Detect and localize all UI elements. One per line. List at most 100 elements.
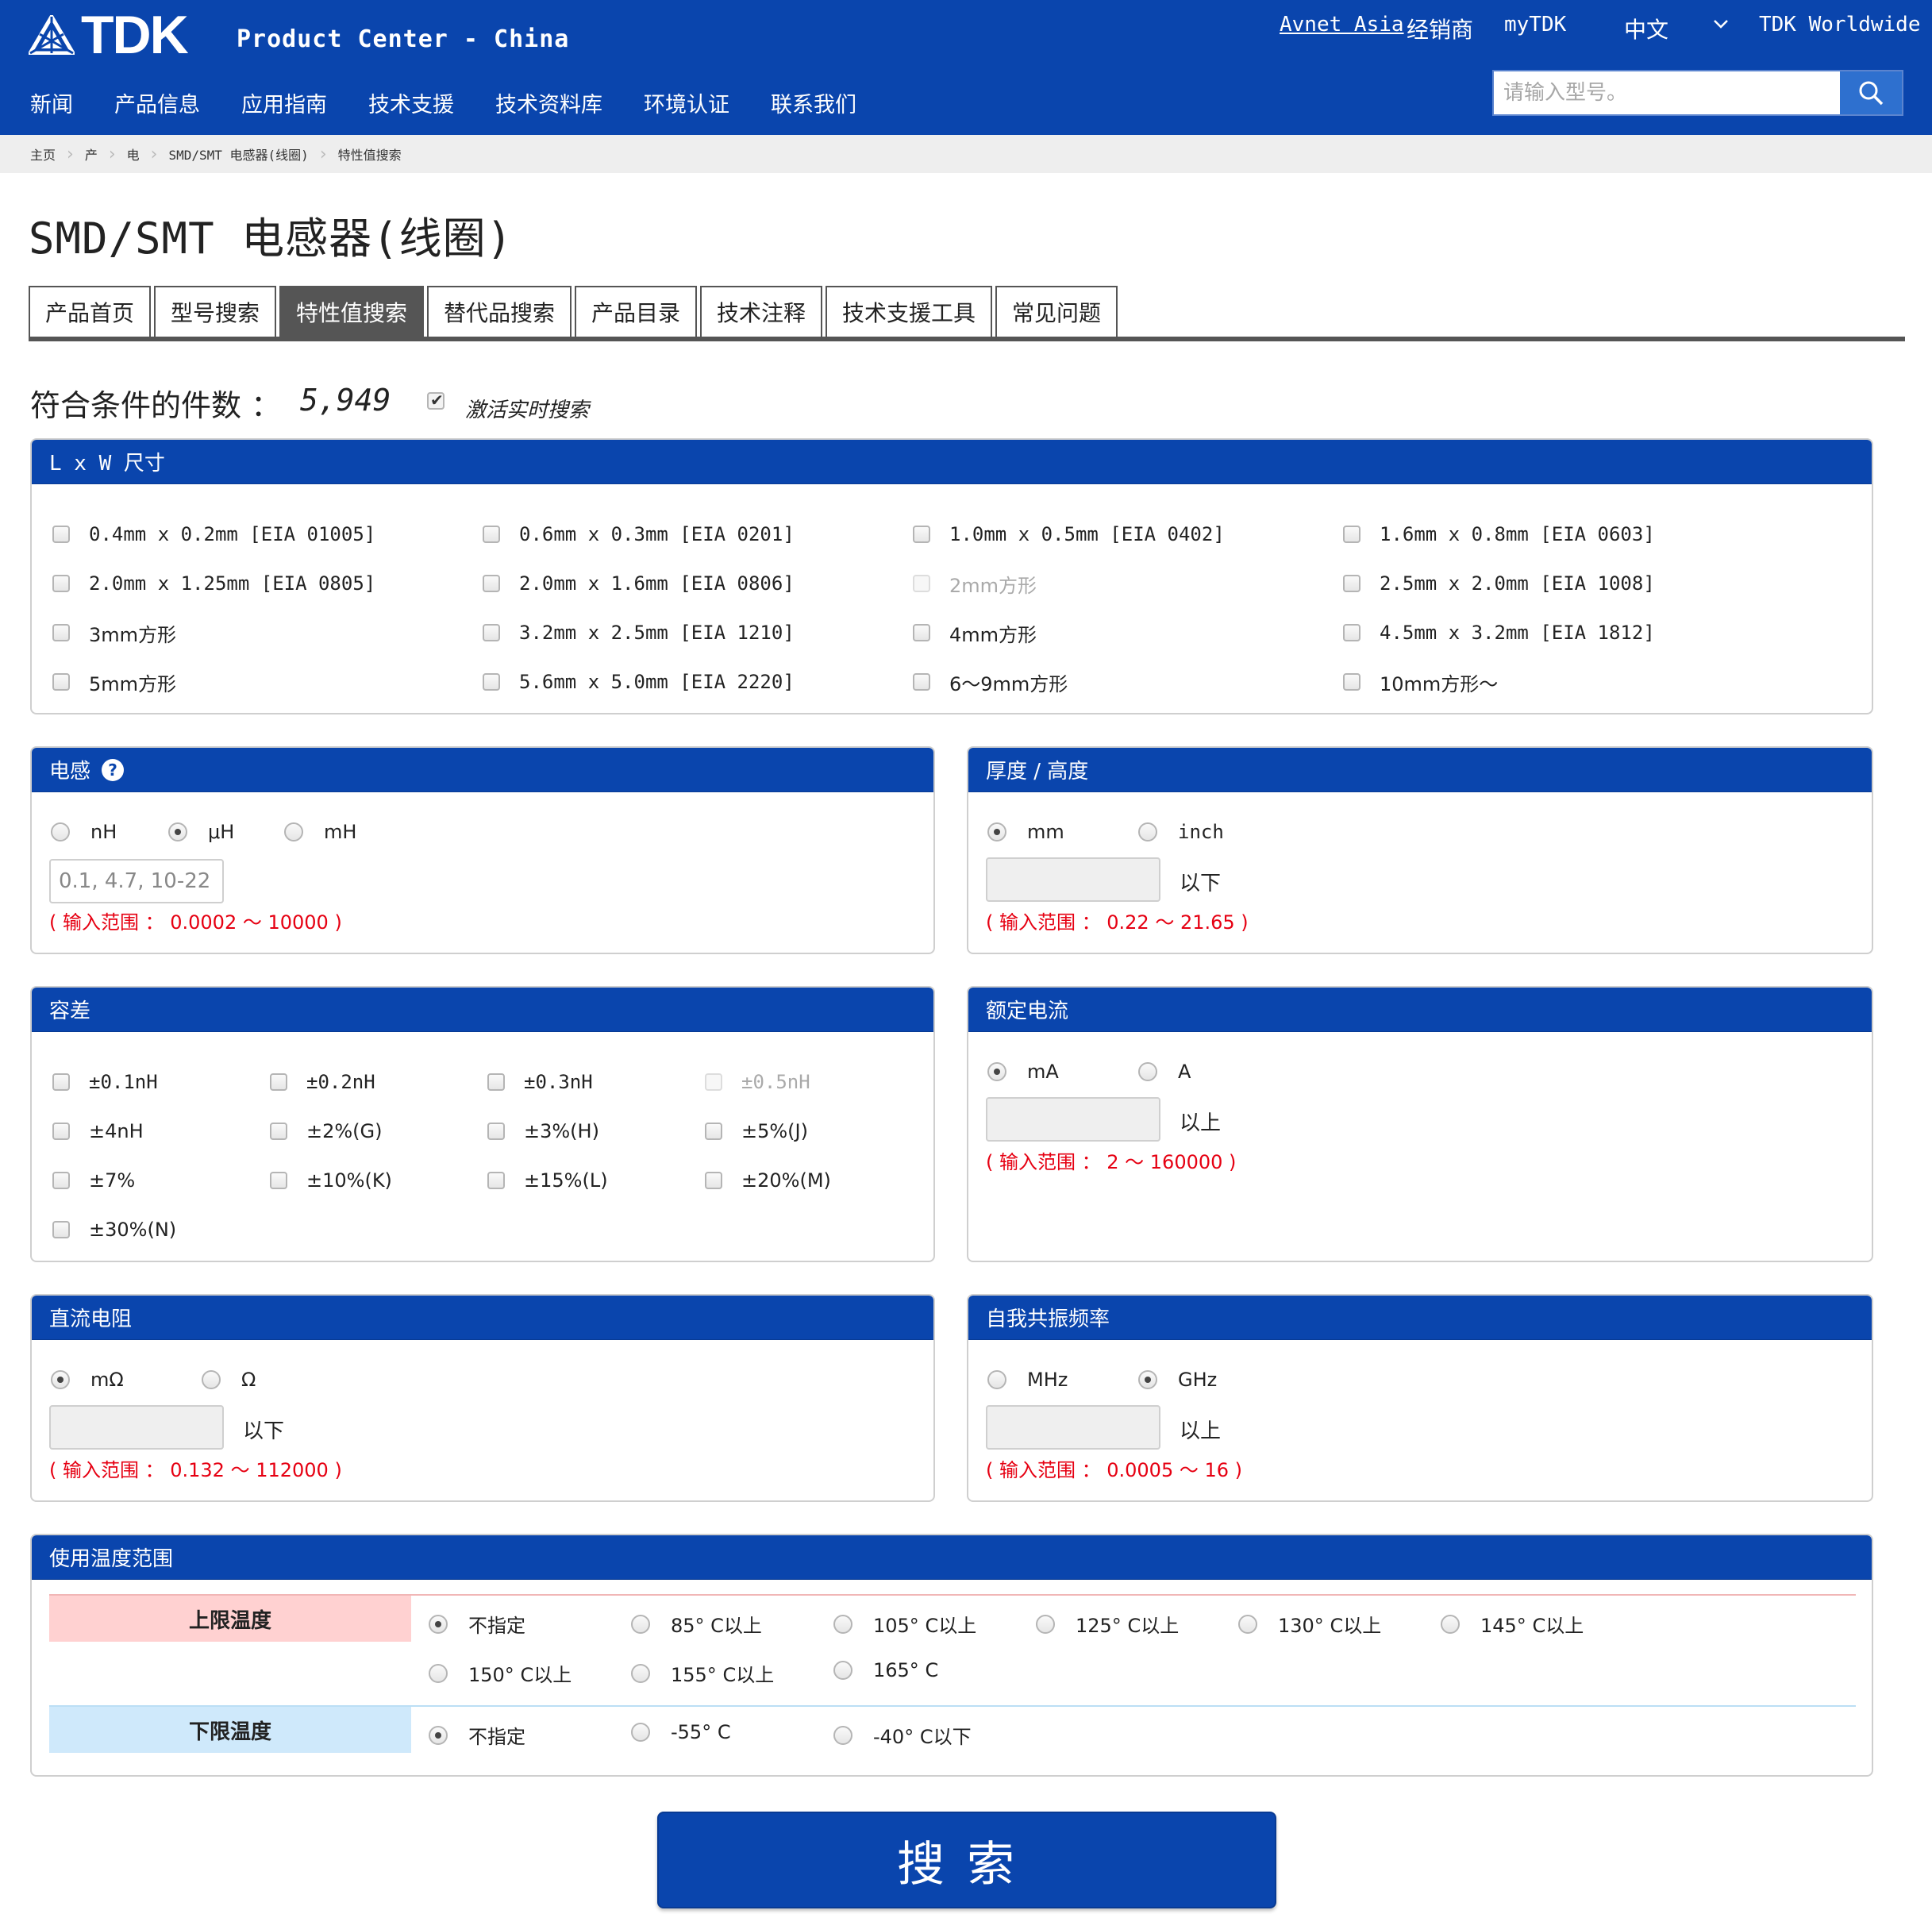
radio[interactable] — [1441, 1614, 1460, 1634]
checkbox[interactable] — [483, 673, 500, 691]
breadcrumb-products[interactable]: 产 — [85, 144, 98, 164]
upper-temp-option[interactable]: 85° C以上 — [631, 1610, 762, 1638]
unit-radio-inch[interactable]: inch — [1138, 821, 1224, 843]
nav-item-products[interactable]: 产品信息 — [114, 87, 200, 118]
tolerance-option[interactable]: ±2%(G) — [270, 1107, 487, 1156]
checkbox[interactable] — [1343, 624, 1360, 641]
radio[interactable] — [631, 1614, 650, 1634]
size-option[interactable]: 10mm方形～ — [1343, 657, 1773, 707]
tab-product-home[interactable]: 产品首页 — [29, 286, 151, 337]
radio[interactable] — [833, 1614, 852, 1634]
tolerance-option[interactable]: ±0.3nH — [487, 1057, 705, 1107]
rated-current-input[interactable] — [986, 1097, 1160, 1142]
unit-radio-nh[interactable]: nH — [51, 821, 117, 843]
unit-radio-mhz[interactable]: MHz — [987, 1369, 1068, 1391]
realtime-search-checkbox[interactable] — [427, 391, 445, 410]
realtime-search-label[interactable]: 激活实时搜索 — [465, 394, 589, 423]
nav-item-applications[interactable]: 应用指南 — [241, 87, 327, 118]
unit-radio-ghz[interactable]: GHz — [1138, 1369, 1217, 1391]
tdk-logo[interactable]: TDK — [29, 8, 189, 62]
tab-part-search[interactable]: 型号搜索 — [154, 286, 276, 337]
lower-temp-option[interactable]: 不指定 — [429, 1721, 525, 1749]
tolerance-option[interactable]: ±0.1nH — [52, 1057, 270, 1107]
checkbox[interactable] — [52, 575, 70, 592]
upper-temp-option[interactable]: 不指定 — [429, 1610, 525, 1638]
radio[interactable] — [202, 1370, 221, 1389]
radio[interactable] — [429, 1614, 448, 1634]
tab-parametric-search[interactable]: 特性值搜索 — [279, 286, 424, 337]
checkbox[interactable] — [270, 1172, 287, 1189]
lower-temp-option[interactable]: -55° C — [631, 1721, 731, 1743]
radio[interactable] — [1238, 1614, 1257, 1634]
checkbox[interactable] — [1343, 575, 1360, 592]
checkbox[interactable] — [52, 526, 70, 543]
radio[interactable] — [51, 822, 70, 841]
checkbox[interactable] — [52, 1221, 70, 1238]
tolerance-option[interactable]: ±0.2nH — [270, 1057, 487, 1107]
upper-temp-option[interactable]: 165° C — [833, 1659, 938, 1681]
inductance-input[interactable]: 0.1, 4.7, 10-22 — [49, 859, 224, 903]
upper-temp-option[interactable]: 125° C以上 — [1036, 1610, 1179, 1638]
checkbox[interactable] — [913, 624, 930, 641]
dc-resistance-input[interactable] — [49, 1405, 224, 1450]
search-input[interactable] — [1494, 71, 1842, 114]
breadcrumb-smd-inductors[interactable]: SMD/SMT 电感器(线圈) — [168, 144, 308, 164]
size-option[interactable]: 0.6mm x 0.3mm [EIA 0201] — [483, 510, 913, 559]
checkbox[interactable] — [1343, 673, 1360, 691]
unit-radio-ohm[interactable]: Ω — [202, 1369, 256, 1391]
unit-radio-mh[interactable]: mH — [284, 821, 356, 843]
radio[interactable] — [1138, 1062, 1157, 1081]
size-option[interactable]: 3.2mm x 2.5mm [EIA 1210] — [483, 608, 913, 657]
lower-temp-option[interactable]: -40° C以下 — [833, 1721, 972, 1749]
radio[interactable] — [833, 1661, 852, 1680]
checkbox[interactable] — [52, 1073, 70, 1091]
unit-radio-mohm[interactable]: mΩ — [51, 1369, 124, 1391]
checkbox[interactable] — [483, 624, 500, 641]
size-option[interactable]: 4mm方形 — [913, 608, 1343, 657]
distributor-link[interactable]: Avnet Asia — [1280, 13, 1404, 37]
upper-temp-option[interactable]: 105° C以上 — [833, 1610, 976, 1638]
tolerance-option[interactable]: ±15%(L) — [487, 1156, 705, 1205]
radio[interactable] — [51, 1370, 70, 1389]
radio[interactable] — [168, 822, 187, 841]
tolerance-option[interactable]: ±20%(M) — [705, 1156, 922, 1205]
nav-item-library[interactable]: 技术资料库 — [495, 87, 602, 118]
question-icon[interactable]: ? — [102, 758, 125, 781]
radio[interactable] — [631, 1723, 650, 1742]
checkbox[interactable] — [52, 673, 70, 691]
nav-item-contact[interactable]: 联系我们 — [771, 87, 856, 118]
unit-radio-a[interactable]: A — [1138, 1061, 1191, 1083]
size-option[interactable]: 2.5mm x 2.0mm [EIA 1008] — [1343, 559, 1773, 608]
checkbox[interactable] — [487, 1123, 505, 1140]
size-option[interactable]: 0.4mm x 0.2mm [EIA 01005] — [52, 510, 483, 559]
checkbox[interactable] — [913, 526, 930, 543]
checkbox[interactable] — [52, 1172, 70, 1189]
radio[interactable] — [631, 1663, 650, 1683]
tab-cross-reference[interactable]: 替代品搜索 — [427, 286, 572, 337]
srf-input[interactable] — [986, 1405, 1160, 1450]
size-option[interactable]: 1.0mm x 0.5mm [EIA 0402] — [913, 510, 1343, 559]
checkbox[interactable] — [487, 1073, 505, 1091]
size-option[interactable]: 4.5mm x 3.2mm [EIA 1812] — [1343, 608, 1773, 657]
tab-catalog[interactable]: 产品目录 — [575, 286, 697, 337]
dealer-link[interactable]: 经销商 — [1407, 13, 1473, 44]
size-option[interactable]: 2.0mm x 1.25mm [EIA 0805] — [52, 559, 483, 608]
size-option[interactable]: 5.6mm x 5.0mm [EIA 2220] — [483, 657, 913, 707]
upper-temp-option[interactable]: 155° C以上 — [631, 1659, 774, 1687]
nav-item-environment[interactable]: 环境认证 — [644, 87, 729, 118]
upper-temp-option[interactable]: 145° C以上 — [1441, 1610, 1584, 1638]
tolerance-option[interactable]: ±5%(J) — [705, 1107, 922, 1156]
tab-faq[interactable]: 常见问题 — [995, 286, 1118, 337]
checkbox[interactable] — [270, 1073, 287, 1091]
checkbox[interactable] — [52, 624, 70, 641]
size-option[interactable]: 1.6mm x 0.8mm [EIA 0603] — [1343, 510, 1773, 559]
search-button[interactable] — [1840, 71, 1902, 114]
mytdk-link[interactable]: myTDK — [1504, 13, 1566, 37]
chevron-down-icon[interactable] — [1713, 14, 1729, 39]
checkbox[interactable] — [1343, 526, 1360, 543]
radio[interactable] — [1138, 822, 1157, 841]
tolerance-option[interactable]: ±10%(K) — [270, 1156, 487, 1205]
worldwide-link[interactable]: TDK Worldwide — [1759, 13, 1921, 37]
radio[interactable] — [987, 822, 1006, 841]
tolerance-option[interactable]: ±3%(H) — [487, 1107, 705, 1156]
